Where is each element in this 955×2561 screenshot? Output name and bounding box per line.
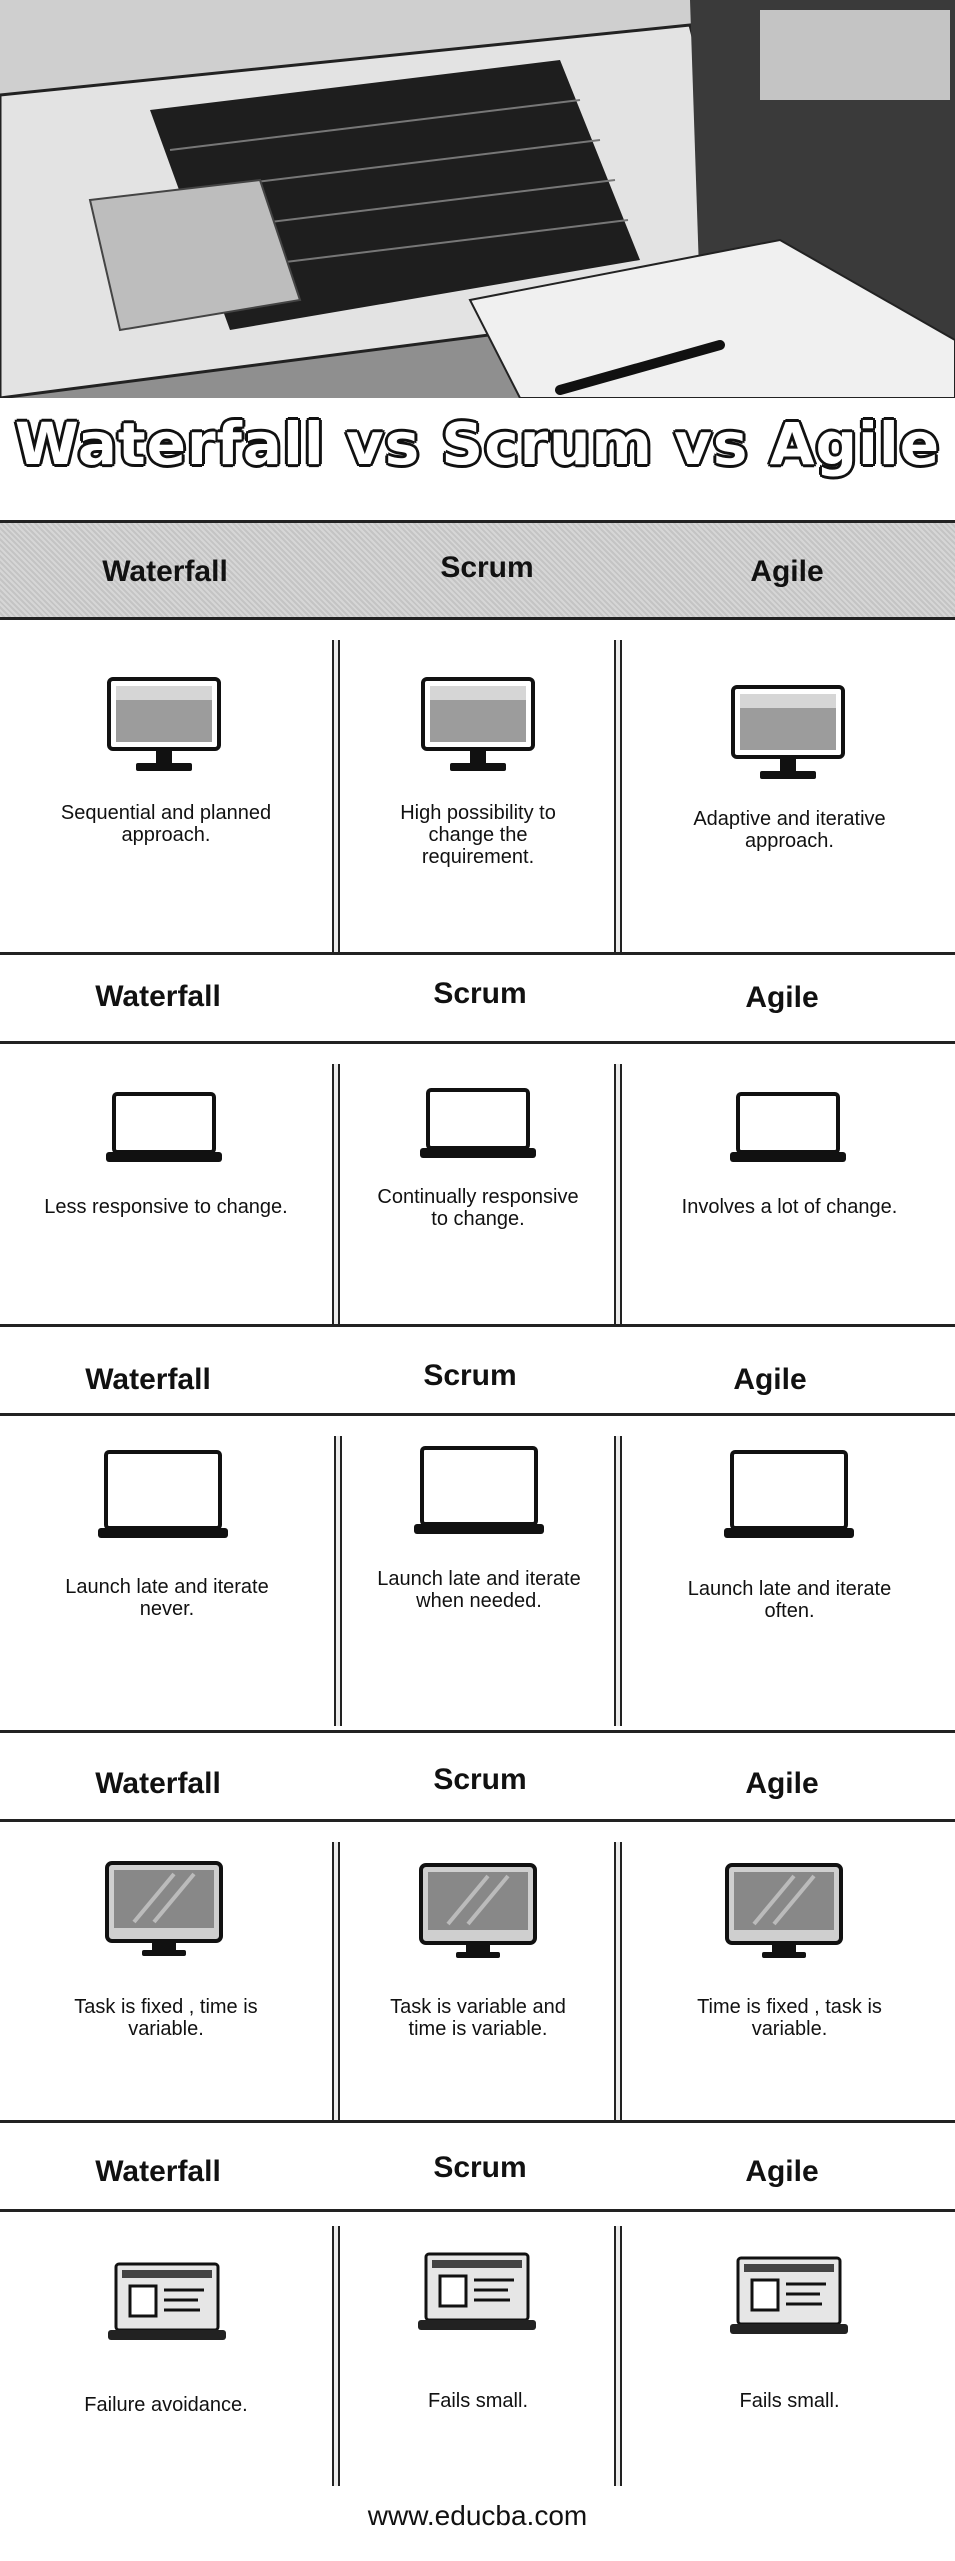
cell-text: Continually responsive to change. (377, 1186, 579, 1230)
cell-text: Task is variable and time is variable. (390, 1996, 566, 2040)
column-divider (614, 1436, 622, 1726)
cell-scrum: Continually responsive to change. (342, 1046, 614, 1324)
cell-waterfall: Launch late and iterate never. (0, 1418, 334, 1730)
cell-scrum: Fails small. (342, 2214, 614, 2484)
cell-scrum: Task is variable and time is variable. (342, 1824, 614, 2120)
column-header-band: Waterfall Scrum Agile (0, 2120, 955, 2212)
column-header-band: Waterfall Scrum Agile (0, 1730, 955, 1822)
cell-text: High possibility to change the requireme… (400, 802, 556, 868)
comparison-row: Less responsive to change. Continually r… (0, 1046, 955, 1326)
cell-waterfall: Failure avoidance. (0, 2214, 332, 2484)
column-header-scrum: Scrum (433, 2151, 527, 2184)
column-header-waterfall: Waterfall (95, 1767, 221, 1800)
cell-text: Sequential and planned approach. (60, 802, 272, 846)
cell-agile: Fails small. (624, 2214, 955, 2484)
cell-text: Launch late and iterate often. (687, 1578, 892, 1622)
cell-text: Launch late and iterate when needed. (377, 1568, 581, 1612)
column-header-waterfall: Waterfall (85, 1363, 211, 1396)
column-divider (332, 1842, 340, 2120)
cell-scrum: High possibility to change the requireme… (342, 622, 614, 952)
comparison-row: Failure avoidance. Fails small. Fails sm… (0, 2214, 955, 2486)
cell-agile: Adaptive and iterative approach. (624, 622, 955, 952)
cell-text: Adaptive and iterative approach. (693, 808, 886, 852)
laptop-icon (730, 1092, 846, 1162)
comparison-row: Launch late and iterate never. Launch la… (0, 1418, 955, 1730)
column-divider (332, 2226, 340, 2486)
column-header-agile: Agile (745, 2155, 819, 2188)
column-header-scrum: Scrum (423, 1359, 517, 1392)
column-divider (332, 1064, 340, 1326)
desktop-monitor-icon (107, 677, 221, 771)
laptop-icon (106, 1092, 222, 1162)
comparison-row: Sequential and planned approach. High po… (0, 622, 955, 952)
desktop-monitor-icon (731, 685, 845, 779)
column-header-agile: Agile (733, 1363, 807, 1396)
cell-text: Less responsive to change. (44, 1196, 288, 1218)
cell-text: Involves a lot of change. (681, 1196, 898, 1218)
column-header-scrum: Scrum (433, 977, 527, 1010)
column-header-waterfall: Waterfall (95, 2155, 221, 2188)
column-header-scrum: Scrum (440, 551, 534, 584)
cell-text: Failure avoidance. (84, 2394, 248, 2416)
cell-scrum: Launch late and iterate when needed. (344, 1418, 614, 1730)
column-divider (332, 640, 340, 952)
column-header-agile: Agile (745, 981, 819, 1014)
column-header-band: Waterfall Scrum Agile (0, 520, 955, 620)
column-header-agile: Agile (745, 1767, 819, 1800)
header-photo (0, 0, 955, 398)
cell-text: Fails small. (739, 2390, 840, 2412)
column-divider (614, 640, 622, 952)
column-header-band: Waterfall Scrum Agile (0, 1324, 955, 1416)
imac-icon (105, 1861, 223, 1956)
column-header-band: Waterfall Scrum Agile (0, 952, 955, 1044)
footer-url[interactable]: www.educba.com (0, 2500, 955, 2532)
laptop-webpage-icon (730, 2256, 848, 2334)
column-header-agile: Agile (750, 555, 824, 588)
column-divider (614, 1064, 622, 1326)
column-divider (614, 1842, 622, 2120)
cell-text: Fails small. (427, 2390, 528, 2412)
imac-icon (419, 1863, 537, 1958)
cell-agile: Launch late and iterate often. (624, 1418, 955, 1730)
laptop-icon (414, 1446, 544, 1534)
comparison-row: Task is fixed , time is variable. Task i… (0, 1824, 955, 2120)
column-header-scrum: Scrum (433, 1763, 527, 1796)
column-header-waterfall: Waterfall (95, 980, 221, 1013)
imac-icon (725, 1863, 843, 1958)
laptop-icon (724, 1450, 854, 1538)
cell-agile: Involves a lot of change. (624, 1046, 955, 1324)
column-divider (334, 1436, 342, 1726)
cell-text: Task is fixed , time is variable. (74, 1996, 258, 2040)
column-divider (614, 2226, 622, 2486)
cell-text: Launch late and iterate never. (65, 1576, 269, 1620)
cell-waterfall: Sequential and planned approach. (0, 622, 332, 952)
laptop-webpage-icon (418, 2252, 536, 2330)
column-header-waterfall: Waterfall (102, 555, 228, 588)
laptop-webpage-icon (108, 2262, 226, 2340)
cell-text: Time is fixed , task is variable. (697, 1996, 882, 2040)
laptop-icon (98, 1450, 228, 1538)
laptop-icon (420, 1088, 536, 1158)
desktop-monitor-icon (421, 677, 535, 771)
page-title: Waterfall vs Scrum vs Agile (14, 410, 941, 478)
cell-waterfall: Task is fixed , time is variable. (0, 1824, 332, 2120)
cell-waterfall: Less responsive to change. (0, 1046, 332, 1324)
cell-agile: Time is fixed , task is variable. (624, 1824, 955, 2120)
